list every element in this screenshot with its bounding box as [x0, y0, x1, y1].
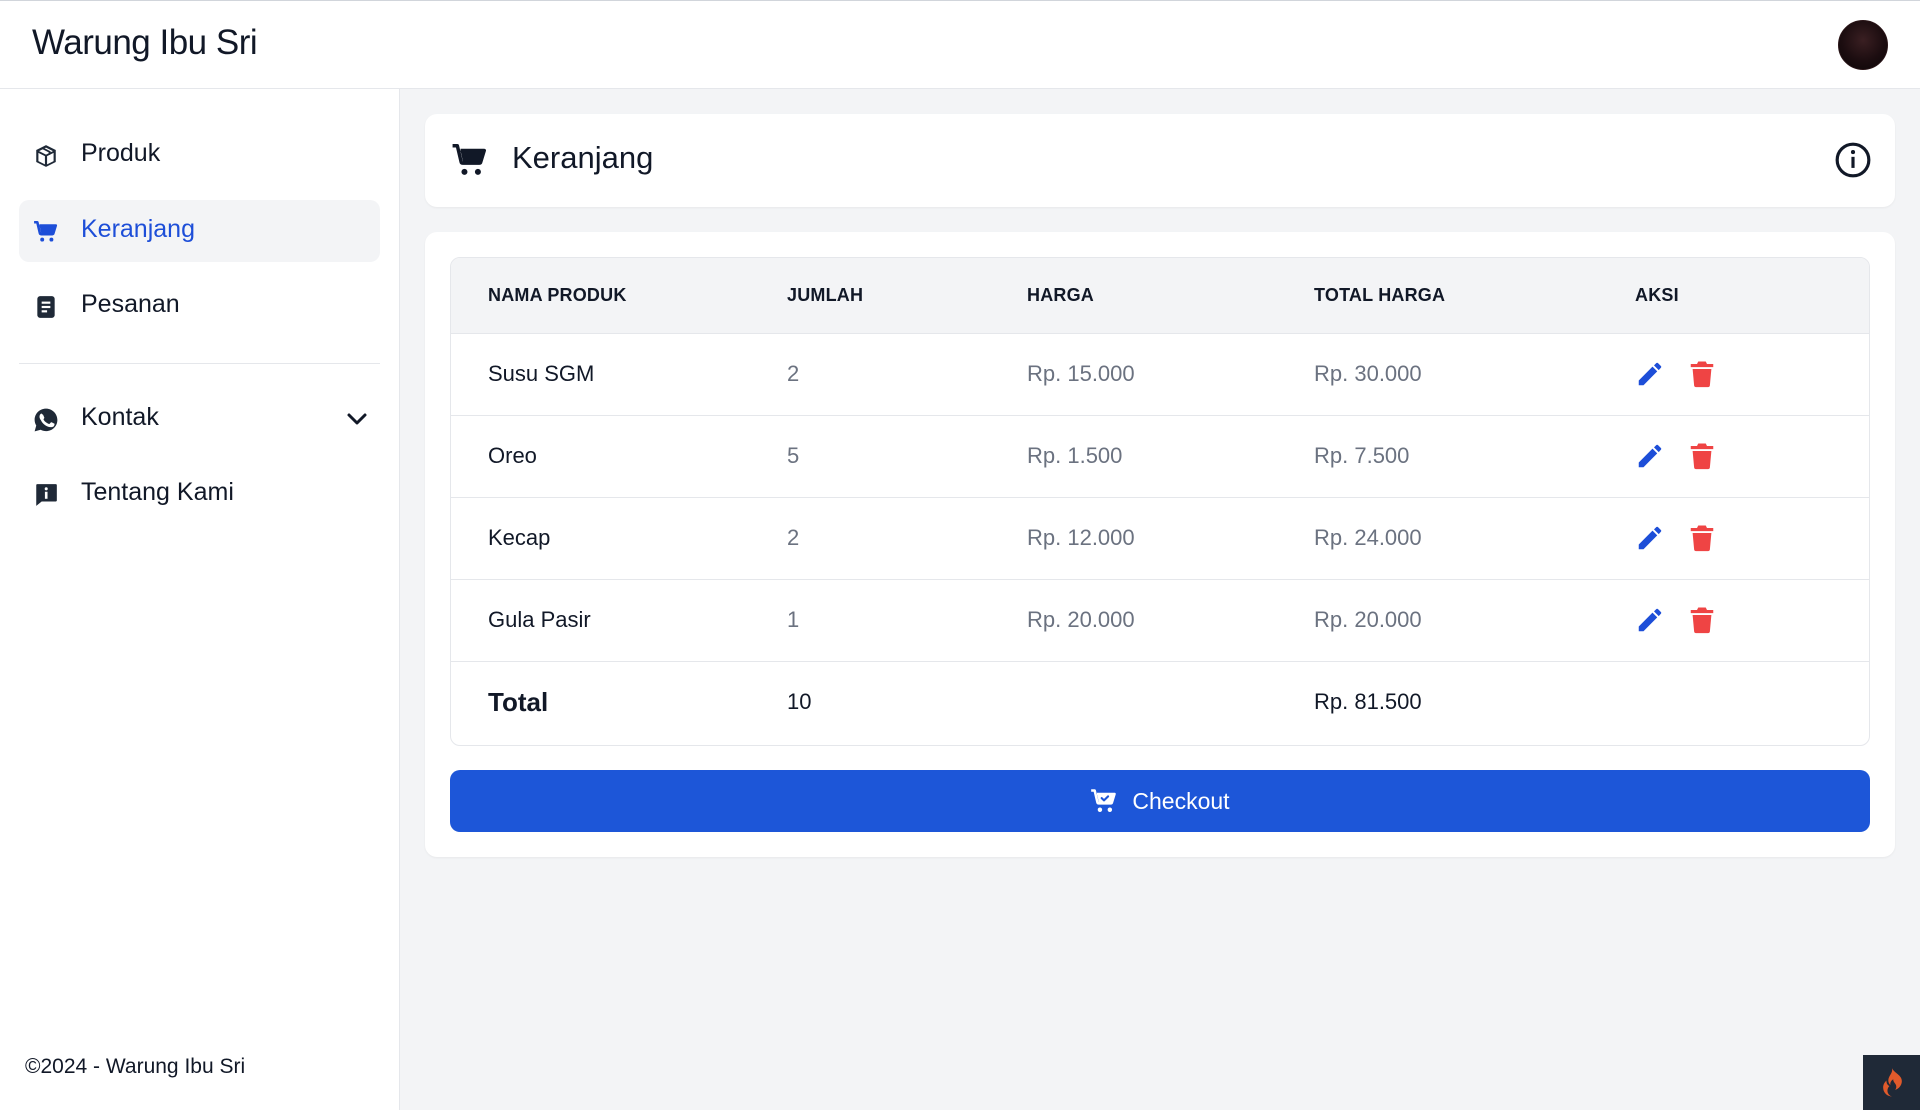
- table-header-row: NAMA PRODUK JUMLAH HARGA TOTAL HARGA AKS…: [451, 258, 1869, 333]
- page-header-card: Keranjang: [425, 114, 1895, 207]
- column-header: JUMLAH: [787, 284, 864, 305]
- sidebar-divider: [19, 363, 380, 364]
- sidebar-item-label: Keranjang: [81, 215, 195, 243]
- product-qty: 5: [787, 443, 800, 468]
- row-actions: [1635, 415, 1869, 497]
- row-actions: [1635, 579, 1869, 661]
- product-name: Susu SGM: [488, 361, 595, 386]
- row-actions: [1635, 333, 1869, 415]
- app-brand[interactable]: Warung Ibu Sri: [32, 23, 258, 63]
- sidebar-item-kontak[interactable]: Kontak: [19, 388, 380, 450]
- edit-icon[interactable]: [1635, 441, 1665, 471]
- top-bar: Warung Ibu Sri: [0, 0, 1920, 89]
- sidebar: Produk Keranjang Pesanan Kontak Tentang …: [0, 89, 400, 1110]
- sidebar-item-keranjang[interactable]: Keranjang: [19, 200, 380, 262]
- edit-icon[interactable]: [1635, 605, 1665, 635]
- table-row: Oreo 5 Rp. 1.500 Rp. 7.500: [451, 415, 1869, 497]
- table-row: Gula Pasir 1 Rp. 20.000 Rp. 20.000: [451, 579, 1869, 661]
- cart-table-container: NAMA PRODUK JUMLAH HARGA TOTAL HARGA AKS…: [450, 257, 1870, 746]
- delete-icon[interactable]: [1687, 359, 1717, 389]
- product-total: Rp. 20.000: [1314, 607, 1422, 632]
- cart-check-icon: [1091, 789, 1117, 812]
- product-price: Rp. 1.500: [1027, 443, 1123, 468]
- delete-icon[interactable]: [1687, 605, 1717, 635]
- product-price: Rp. 15.000: [1027, 361, 1135, 386]
- total-label: Total: [488, 686, 549, 717]
- sidebar-item-pesanan[interactable]: Pesanan: [19, 275, 380, 337]
- info-message-icon: [36, 484, 57, 506]
- table-row: Kecap 2 Rp. 12.000 Rp. 24.000: [451, 497, 1869, 579]
- debug-toolbar-badge[interactable]: [1863, 1055, 1920, 1110]
- sidebar-item-produk[interactable]: Produk: [19, 124, 380, 186]
- sidebar-item-label: Pesanan: [81, 290, 180, 318]
- column-header: NAMA PRODUK: [488, 284, 627, 305]
- checkout-label: Checkout: [1132, 787, 1230, 814]
- product-total: Rp. 7.500: [1314, 443, 1410, 468]
- edit-icon[interactable]: [1635, 359, 1665, 389]
- product-name: Oreo: [488, 443, 537, 468]
- edit-icon[interactable]: [1635, 523, 1665, 553]
- document-icon: [37, 296, 55, 318]
- cart-table: NAMA PRODUK JUMLAH HARGA TOTAL HARGA AKS…: [451, 258, 1869, 743]
- sidebar-footer: ©2024 - Warung Ibu Sri: [25, 1055, 246, 1078]
- sidebar-item-label: Produk: [81, 139, 161, 167]
- column-header: HARGA: [1027, 284, 1094, 305]
- row-actions: [1635, 497, 1869, 579]
- column-header: TOTAL HARGA: [1314, 284, 1446, 305]
- sidebar-item-label: Kontak: [81, 403, 159, 431]
- checkout-button[interactable]: Checkout: [450, 770, 1870, 832]
- sidebar-item-tentang-kami[interactable]: Tentang Kami: [19, 463, 380, 525]
- flame-icon: [1882, 1067, 1902, 1097]
- total-qty: 10: [787, 689, 812, 715]
- chevron-down-icon[interactable]: [346, 410, 368, 428]
- column-header: AKSI: [1635, 284, 1679, 305]
- table-total-row: Total 10 Rp. 81.500: [451, 661, 1869, 743]
- product-price: Rp. 20.000: [1027, 607, 1135, 632]
- product-qty: 1: [787, 607, 800, 632]
- delete-icon[interactable]: [1687, 523, 1717, 553]
- product-qty: 2: [787, 525, 800, 550]
- whatsapp-icon: [34, 408, 58, 432]
- info-icon[interactable]: [1834, 141, 1872, 179]
- product-total: Rp. 30.000: [1314, 361, 1422, 386]
- product-price: Rp. 12.000: [1027, 525, 1135, 550]
- page-title: Keranjang: [512, 140, 654, 175]
- product-name: Gula Pasir: [488, 607, 591, 632]
- cart-card: NAMA PRODUK JUMLAH HARGA TOTAL HARGA AKS…: [425, 232, 1895, 857]
- product-name: Kecap: [488, 525, 551, 550]
- box-icon: [36, 145, 56, 167]
- product-qty: 2: [787, 361, 800, 386]
- cart-icon: [452, 144, 486, 175]
- total-amount: Rp. 81.500: [1314, 689, 1422, 715]
- table-row: Susu SGM 2 Rp. 15.000 Rp. 30.000: [451, 333, 1869, 415]
- user-avatar[interactable]: [1838, 20, 1888, 70]
- sidebar-item-label: Tentang Kami: [81, 478, 234, 506]
- cart-icon: [34, 220, 58, 242]
- product-total: Rp. 24.000: [1314, 525, 1422, 550]
- delete-icon[interactable]: [1687, 441, 1717, 471]
